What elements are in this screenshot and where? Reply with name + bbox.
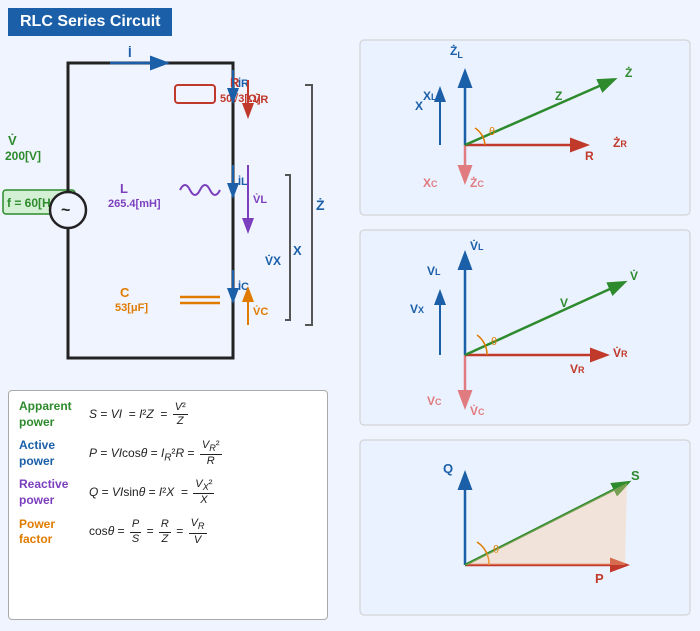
svg-text:~: ~ (61, 202, 70, 219)
apparent-power-row: Apparentpower S = VI = I²Z = V²Z (19, 399, 317, 430)
svg-text:V̇: V̇ (8, 133, 17, 148)
svg-text:X: X (415, 99, 423, 113)
svg-text:200[V]: 200[V] (5, 149, 41, 163)
svg-text:V̇L: V̇L (253, 193, 267, 206)
apparent-power-label: Apparentpower (19, 399, 89, 430)
svg-text:Q: Q (443, 461, 453, 476)
reactive-power-eq: Q = VIsinθ = I²X = VX²X (89, 478, 216, 507)
svg-text:P: P (595, 571, 604, 586)
svg-text:V̇: V̇ (630, 268, 638, 283)
svg-text:Z: Z (555, 89, 562, 103)
active-power-label: Activepower (19, 438, 89, 469)
svg-text:İ: İ (128, 45, 132, 60)
svg-text:C: C (120, 285, 130, 300)
svg-text:VC: VC (427, 394, 442, 408)
reactive-power-row: Reactivepower Q = VIsinθ = I²X = VX²X (19, 477, 317, 508)
svg-text:XC: XC (423, 176, 438, 190)
power-factor-label: Powerfactor (19, 517, 89, 548)
power-equations-box: Apparentpower S = VI = I²Z = V²Z Activep… (8, 390, 328, 620)
svg-text:V̇R: V̇R (253, 93, 268, 106)
svg-text:R: R (585, 149, 594, 163)
svg-text:265.4[mH]: 265.4[mH] (108, 198, 161, 210)
svg-text:X: X (293, 243, 302, 258)
svg-text:53[μF]: 53[μF] (115, 302, 148, 314)
svg-text:V̇X: V̇X (265, 253, 281, 268)
reactive-power-label: Reactivepower (19, 477, 89, 508)
svg-text:θ: θ (489, 126, 495, 138)
svg-text:Ż: Ż (625, 65, 632, 80)
svg-text:XL: XL (423, 89, 437, 103)
svg-text:V: V (560, 296, 568, 310)
apparent-power-eq: S = VI = I²Z = V²Z (89, 401, 190, 428)
power-factor-row: Powerfactor cosθ = PS = RZ = VRV (19, 517, 317, 548)
page-title: RLC Series Circuit (8, 8, 172, 36)
svg-text:S: S (631, 468, 640, 483)
svg-text:VR: VR (570, 362, 585, 376)
main-container: RLC Series Circuit V̇ 200[V] f = 60[Hz] … (0, 0, 700, 631)
active-power-eq: P = VIcosθ = IR²R = VR²R (89, 439, 224, 468)
circuit-diagram: V̇ 200[V] f = 60[Hz] ~ İ R 50√3[Ω] İR V̇… (0, 35, 355, 405)
svg-text:VL: VL (427, 264, 441, 278)
svg-text:VX: VX (410, 302, 424, 316)
svg-text:L: L (120, 181, 128, 196)
svg-text:İL: İL (238, 175, 248, 188)
svg-text:Ż: Ż (316, 197, 325, 213)
svg-text:θ: θ (491, 336, 497, 348)
power-factor-eq: cosθ = PS = RZ = VRV (89, 517, 209, 546)
active-power-row: Activepower P = VIcosθ = IR²R = VR²R (19, 438, 317, 469)
svg-text:V̇C: V̇C (253, 305, 268, 318)
phasor-diagrams: ŻL XC ŻC XL X R ŻR Ż Z θ VL V̇L VC V̇C (355, 35, 700, 625)
